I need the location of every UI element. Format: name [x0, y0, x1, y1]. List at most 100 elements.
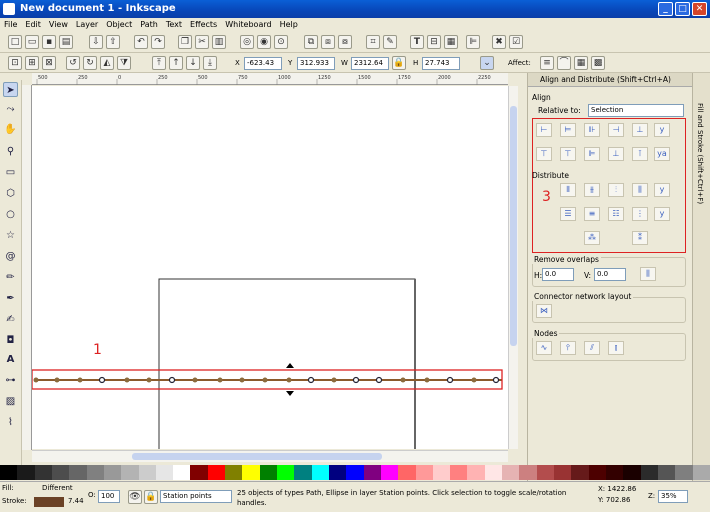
palette-swatch[interactable] — [484, 465, 503, 480]
menu-layer[interactable]: Layer — [72, 18, 102, 32]
align-right-edges-icon[interactable]: ⊣ — [608, 123, 624, 137]
unlink-clone-icon[interactable]: ⧇ — [338, 35, 352, 49]
save-icon[interactable]: ▪ — [42, 35, 56, 49]
connector-tool-icon[interactable]: ⊶ — [3, 373, 18, 388]
selector-tool-icon[interactable]: ➤ — [3, 82, 18, 97]
deselect-icon[interactable]: ⊠ — [42, 56, 56, 70]
station-points[interactable] — [33, 376, 500, 384]
distribute-gaps-vertical-icon[interactable]: ⋮ — [632, 207, 648, 221]
horizontal-scrollbar[interactable] — [32, 450, 508, 462]
distribute-baselines-vertical-icon[interactable]: y — [654, 207, 670, 221]
align-right-to-left-icon[interactable]: ⊢ — [536, 123, 552, 137]
affect-gradients-icon[interactable]: ▦ — [574, 56, 588, 70]
group-icon[interactable]: ⌗ — [366, 35, 380, 49]
align-bottom-to-top-icon[interactable]: ⊤ — [536, 147, 552, 161]
ungroup-icon[interactable]: ✎ — [383, 35, 397, 49]
align-baseline-icon[interactable]: y — [654, 123, 670, 137]
menu-path[interactable]: Path — [136, 18, 162, 32]
align-baseline-text-icon[interactable]: ya — [654, 147, 670, 161]
palette-swatch[interactable] — [294, 465, 312, 480]
randomize-positions-icon[interactable]: ⁂ — [584, 231, 600, 245]
open-icon[interactable]: ▭ — [25, 35, 39, 49]
overlap-v-field[interactable]: 0.0 — [594, 268, 626, 281]
fill-stroke-side-tab[interactable]: Fill and Stroke (Shift+Ctrl+F) — [692, 73, 710, 481]
palette-swatch[interactable] — [86, 465, 104, 480]
align-left-edges-icon[interactable]: ⊨ — [560, 123, 576, 137]
dropper-tool-icon[interactable]: ⌇ — [3, 415, 18, 430]
zoom-page-icon[interactable]: ⊙ — [274, 35, 288, 49]
palette-swatch[interactable] — [692, 465, 710, 480]
center-vertical-axis-icon[interactable]: ⊪ — [584, 123, 600, 137]
palette-swatch[interactable] — [259, 465, 277, 480]
palette-swatch[interactable] — [467, 465, 485, 480]
undo-icon[interactable]: ↶ — [134, 35, 148, 49]
calligraphy-tool-icon[interactable]: ✍ — [3, 312, 18, 327]
node-tool-icon[interactable]: ⤳ — [3, 102, 18, 117]
fill-stroke-icon[interactable]: ▦ — [444, 35, 458, 49]
palette-swatch[interactable] — [450, 465, 468, 480]
palette-swatch[interactable] — [138, 465, 156, 480]
palette-swatch[interactable] — [103, 465, 122, 480]
palette-swatch[interactable] — [242, 465, 260, 480]
menu-view[interactable]: View — [45, 18, 72, 32]
palette-swatch[interactable] — [207, 465, 226, 480]
palette-swatch[interactable] — [17, 465, 35, 480]
menu-whiteboard[interactable]: Whiteboard — [221, 18, 275, 32]
lock-icon[interactable]: 🔒 — [392, 56, 406, 70]
layer-lock-icon[interactable]: 🔒 — [144, 490, 158, 504]
gradient-tool-icon[interactable]: ▨ — [3, 394, 18, 409]
lower-icon[interactable]: ↓ — [186, 56, 200, 70]
distribute-nodes-vertical-icon[interactable]: ⫾ — [608, 341, 624, 355]
spiral-tool-icon[interactable]: @ — [3, 249, 18, 264]
h-field[interactable]: 27.743 — [422, 57, 460, 70]
palette-swatch[interactable] — [121, 465, 139, 480]
select-all-icon[interactable]: ⊡ — [8, 56, 22, 70]
palette-swatch[interactable] — [640, 465, 658, 480]
rectangle-tool-icon[interactable]: ▭ — [3, 165, 18, 180]
palette-swatch[interactable] — [363, 465, 381, 480]
distribute-left-edges-icon[interactable]: ⫴ — [560, 183, 576, 197]
palette-swatch[interactable] — [415, 465, 433, 480]
redo-icon[interactable]: ↷ — [151, 35, 165, 49]
distribute-right-edges-icon[interactable]: ⫶ — [608, 183, 624, 197]
palette-swatch[interactable] — [51, 465, 70, 480]
rotate-ccw-icon[interactable]: ↺ — [66, 56, 80, 70]
palette-swatch[interactable] — [519, 465, 537, 480]
maximize-button[interactable]: □ — [675, 2, 690, 16]
palette-swatch[interactable] — [571, 465, 589, 480]
align-nodes-horizontal-icon[interactable]: ∿ — [536, 341, 552, 355]
raise-icon[interactable]: ↑ — [169, 56, 183, 70]
ellipse-tool-icon[interactable]: ○ — [3, 207, 18, 222]
menu-effects[interactable]: Effects — [186, 18, 221, 32]
flip-horizontal-icon[interactable]: ◭ — [100, 56, 114, 70]
distribute-baselines-horizontal-icon[interactable]: y — [654, 183, 670, 197]
distribute-gaps-horizontal-icon[interactable]: ⫼ — [632, 183, 648, 197]
import-icon[interactable]: ⇩ — [89, 35, 103, 49]
arrange-connector-network-icon[interactable]: ⋈ — [536, 304, 552, 318]
preferences-icon[interactable]: ✖ — [492, 35, 506, 49]
print-icon[interactable]: ▤ — [59, 35, 73, 49]
pen-tool-icon[interactable]: ✒ — [3, 291, 18, 306]
pencil-tool-icon[interactable]: ✏ — [3, 270, 18, 285]
affect-rounded-corners-icon[interactable]: ⌒ — [557, 56, 571, 70]
cut-icon[interactable]: ✂ — [195, 35, 209, 49]
menu-text[interactable]: Text — [162, 18, 186, 32]
distribute-top-edges-icon[interactable]: ☰ — [560, 207, 576, 221]
palette-swatch[interactable] — [311, 465, 329, 480]
layer-select[interactable]: Station points — [160, 490, 232, 503]
zoom-selection-icon[interactable]: ◎ — [240, 35, 254, 49]
clone-icon[interactable]: ⧈ — [321, 35, 335, 49]
palette-swatch[interactable] — [588, 465, 606, 480]
palette-swatch[interactable] — [502, 465, 520, 480]
palette-swatch[interactable] — [675, 465, 693, 480]
align-left-to-right-icon[interactable]: ⊥ — [632, 123, 648, 137]
3d-box-tool-icon[interactable]: ⬡ — [3, 186, 18, 201]
export-icon[interactable]: ⇧ — [106, 35, 120, 49]
document-properties-icon[interactable]: ☑ — [509, 35, 523, 49]
distribute-centers-vertical-icon[interactable]: ≡ — [584, 207, 600, 221]
align-distribute-icon[interactable]: ⊫ — [466, 35, 480, 49]
star-tool-icon[interactable]: ☆ — [3, 228, 18, 243]
remove-overlaps-icon[interactable]: ⫼ — [640, 267, 656, 281]
palette-swatch[interactable] — [34, 465, 52, 480]
zoom-tool-icon[interactable]: ⚲ — [3, 144, 18, 159]
